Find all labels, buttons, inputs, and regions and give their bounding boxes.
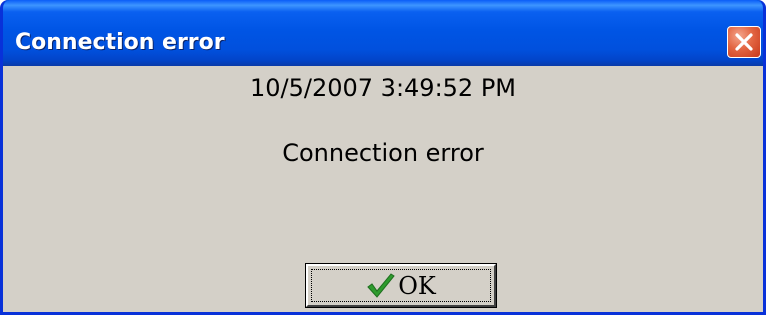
timestamp-text: 10/5/2007 3:49:52 PM bbox=[249, 74, 516, 102]
ok-button[interactable]: OK bbox=[305, 263, 497, 308]
close-button[interactable] bbox=[727, 26, 761, 58]
dialog-window: Connection error 10/5/2007 3:49:52 PM Co… bbox=[0, 0, 766, 315]
ok-button-label: OK bbox=[398, 271, 436, 300]
ok-button-focus-rect: OK bbox=[311, 269, 491, 302]
dialog-body: 10/5/2007 3:49:52 PM Connection error OK bbox=[3, 66, 763, 312]
close-icon bbox=[735, 33, 753, 51]
title-bar[interactable]: Connection error bbox=[3, 0, 763, 66]
window-title: Connection error bbox=[15, 30, 225, 55]
error-message: Connection error bbox=[282, 139, 484, 167]
checkmark-icon bbox=[367, 272, 395, 298]
